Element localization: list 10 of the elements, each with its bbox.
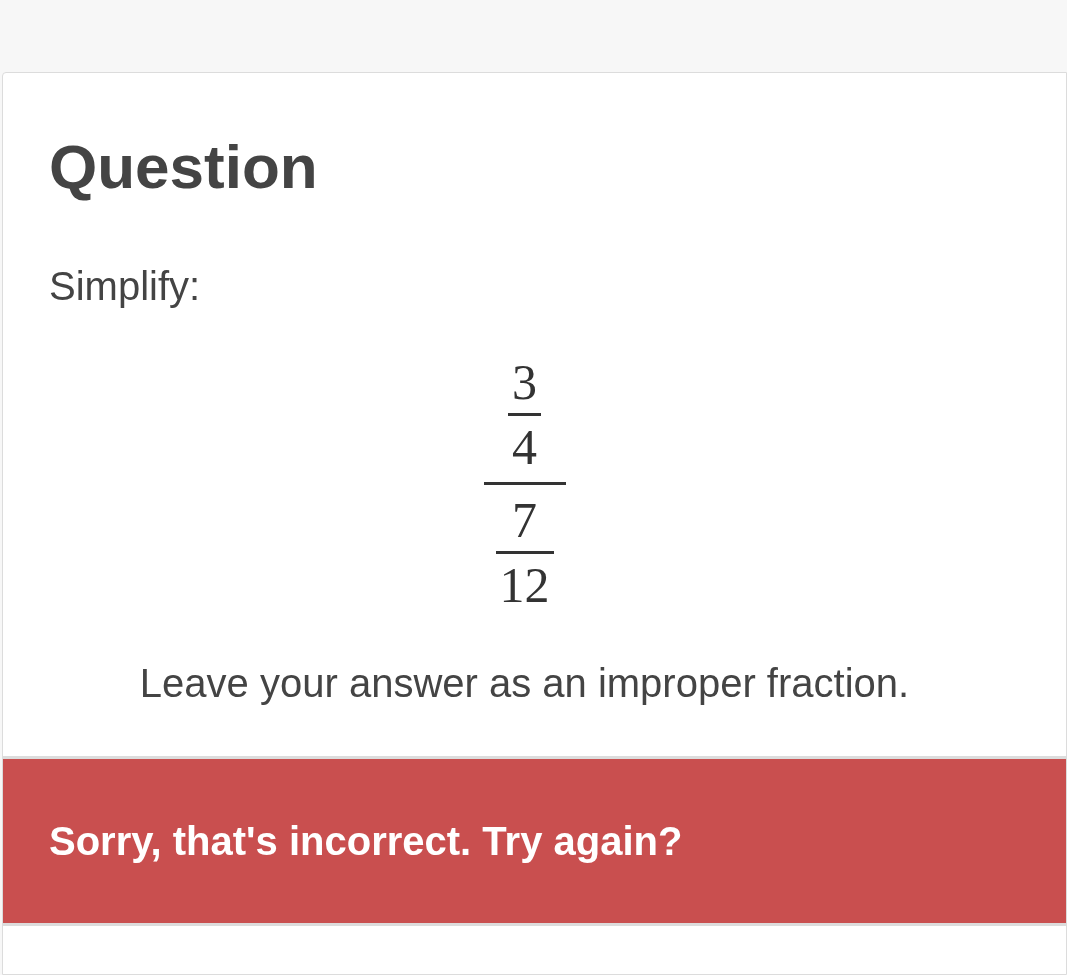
fraction-digit: 4 — [512, 419, 537, 475]
fraction-digit: 3 — [512, 354, 537, 410]
instruction-text: Leave your answer as an improper fraction. — [138, 660, 911, 707]
fraction-digit: 12 — [499, 557, 550, 613]
fraction-bar — [495, 551, 554, 554]
prompt-text: Simplify: — [49, 263, 202, 310]
fraction-bar — [508, 413, 541, 416]
question-title: Question — [49, 131, 319, 203]
feedback-message: Sorry, that's incorrect. Try again? — [49, 818, 683, 865]
fraction-digit: 7 — [512, 492, 537, 548]
